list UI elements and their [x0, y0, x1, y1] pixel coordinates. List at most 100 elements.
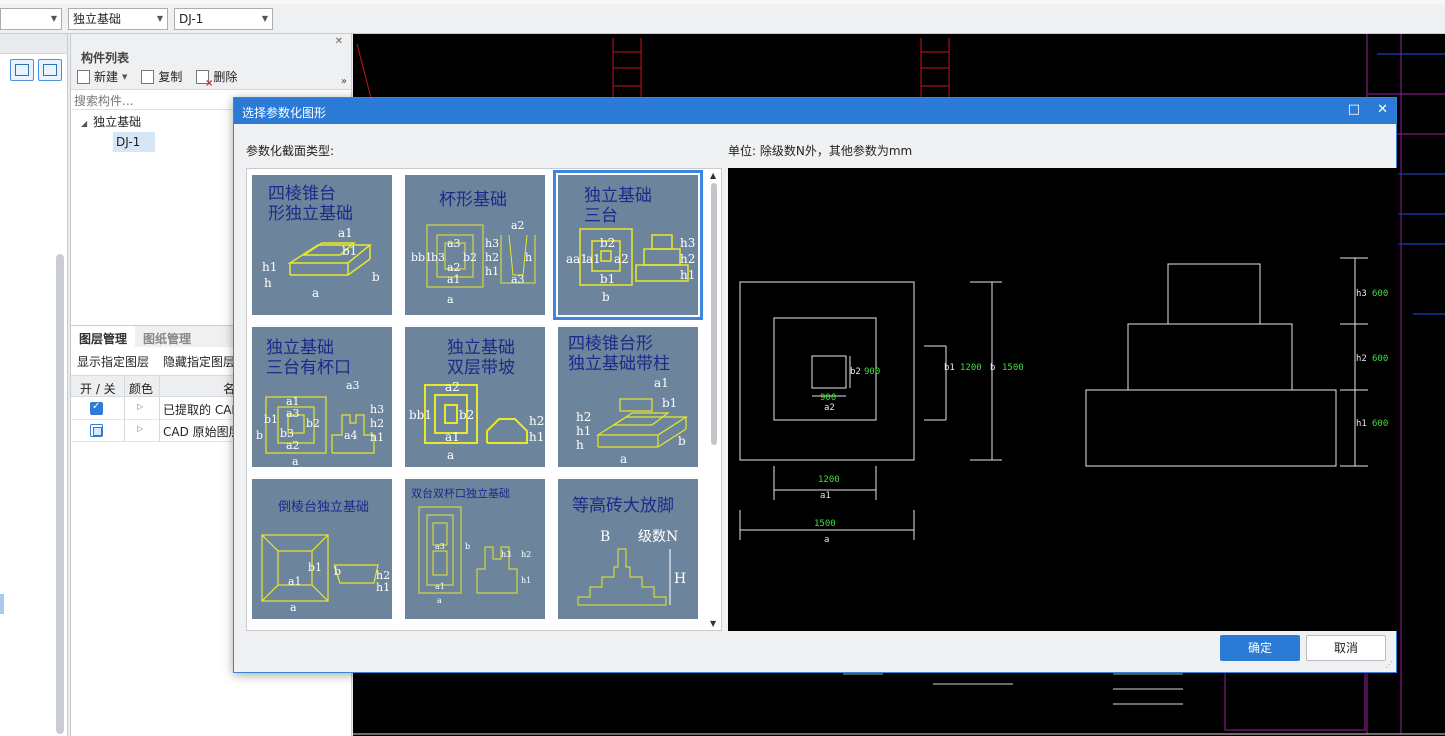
tab-layer-management[interactable]: 图层管理: [71, 326, 136, 347]
more-icon[interactable]: »: [341, 76, 347, 87]
dim-label: a2: [445, 380, 460, 394]
component-type-combo[interactable]: 独立基础 ▼: [68, 8, 168, 30]
scrollbar-thumb[interactable]: [711, 183, 717, 445]
dim-label: h: [525, 251, 532, 264]
unit-label: 单位: 除级数N外，其他参数为mm: [728, 144, 913, 158]
left-panel-header: [0, 34, 67, 54]
dim-label: a: [447, 293, 454, 306]
chevron-right-icon[interactable]: ▷: [137, 402, 143, 411]
shape-thumb-7[interactable]: 倒棱台独立基础 b1 a1 b h2 h1 a: [252, 479, 392, 619]
component-toolbar: 新建 ▼ 复制 删除: [71, 64, 351, 90]
dim-label: a1: [338, 226, 353, 240]
shape-title: 四棱锥台形: [568, 334, 653, 354]
cancel-button[interactable]: 取消: [1306, 635, 1386, 661]
shape-thumb-5[interactable]: 独立基础 双层带坡 a2 b2 bb1 a1 a h2 h1: [405, 327, 545, 467]
dim-label: a1: [288, 575, 302, 588]
chevron-down-icon: ▼: [122, 72, 128, 81]
dim-label: h1: [576, 424, 591, 438]
delete-component-button[interactable]: 删除: [196, 68, 237, 89]
dim-value: 1200: [818, 475, 840, 485]
dim-label: b1: [944, 363, 955, 373]
copy-component-button[interactable]: 复制: [141, 68, 182, 85]
ok-button[interactable]: 确定: [1220, 635, 1300, 661]
shape-drawing-5: 独立基础 双层带坡 a2 b2 bb1 a1 a h2 h1: [409, 338, 544, 462]
left-panel-scrollbar[interactable]: [56, 254, 64, 734]
new-component-button[interactable]: 新建 ▼: [77, 68, 127, 85]
dim-label: b1: [308, 561, 322, 574]
component-name-combo[interactable]: DJ-1 ▼: [174, 8, 273, 30]
expand-triangle-icon[interactable]: ◢: [81, 119, 87, 128]
dim-label: h2: [576, 410, 591, 424]
dim-label: b1: [264, 413, 278, 426]
dim-label: a: [312, 286, 319, 300]
component-list-title: 构件列表: [71, 34, 351, 65]
shape-thumb-8[interactable]: 双台双杯口独立基础 a3 h3 h2 a1 h1 a b: [405, 479, 545, 619]
shape-title: 双台双杯口独立基础: [411, 486, 510, 500]
dim-label: b1: [662, 396, 677, 410]
tree-node-dj1[interactable]: DJ-1: [113, 132, 155, 152]
section-type-label: 参数化截面类型:: [246, 144, 335, 158]
gallery-scrollbar[interactable]: ▲ ▼: [709, 169, 719, 630]
dim-label: b3: [431, 251, 445, 264]
tab-drawing-management[interactable]: 图纸管理: [135, 326, 199, 347]
dim-label: H: [674, 571, 686, 587]
dim-label: a2: [286, 439, 300, 452]
delete-icon: [196, 69, 213, 89]
component-type-value: 独立基础: [73, 12, 122, 26]
shape-drawing-2: 杯形基础 a2 a3 b3 b2 a2 a1 h3 h2 h1 h a3 bb1…: [411, 190, 536, 306]
show-specified-layer-button[interactable]: 显示指定图层: [77, 353, 149, 370]
close-icon[interactable]: ✕: [1377, 102, 1388, 117]
list-view-button[interactable]: [10, 59, 34, 81]
dim-label: a1: [586, 252, 601, 266]
dim-label: a3: [346, 379, 360, 392]
shape-title: 独立基础: [447, 338, 515, 358]
shape-drawing-9: 等高砖大放脚 B 级数N H: [572, 496, 686, 606]
shape-title: 倒棱台独立基础: [278, 499, 369, 515]
layer-visible-checkbox[interactable]: [90, 424, 103, 437]
dim-label: b2: [850, 367, 861, 377]
scroll-up-icon[interactable]: ▲: [710, 171, 716, 180]
dim-label: a2: [824, 403, 835, 413]
new-label: 新建: [94, 70, 119, 84]
dim-value: 600: [1372, 354, 1388, 364]
shape-thumb-3[interactable]: 独立基础 三台 b2 a1 a2 b1 h3 h2 h1 aa1 b: [553, 170, 703, 320]
close-icon[interactable]: ✕: [335, 36, 343, 47]
resize-grip-icon[interactable]: ⋰: [1385, 660, 1393, 669]
dim-label: bb1: [409, 408, 432, 422]
scroll-down-icon[interactable]: ▼: [710, 619, 716, 628]
dim-label: h2: [1356, 354, 1367, 364]
shape-thumb-2[interactable]: 杯形基础 a2 a3 b3 b2 a2 a1 h3 h2 h1 h a3 bb1…: [405, 175, 545, 315]
dialog-title: 选择参数化图形: [242, 106, 327, 120]
dim-value: 1200: [960, 363, 982, 373]
layer-combo[interactable]: ▼: [0, 8, 62, 30]
maximize-icon[interactable]: □: [1348, 102, 1360, 117]
shape-drawing-6: 四棱锥台形 独立基础带柱 a1 b1 h2 h1 h b a: [568, 334, 689, 466]
dim-label: a3: [435, 542, 445, 551]
dim-label: h1: [370, 431, 384, 444]
shape-drawing-4: 独立基础 三台有杯口 a1 a3 b1 b3 b2 a2 a a3 h3 h2 …: [256, 338, 384, 467]
hide-specified-layer-button[interactable]: 隐藏指定图层: [163, 353, 235, 370]
dim-label: h: [576, 438, 584, 452]
dim-label: b: [372, 270, 380, 284]
dim-value: 600: [1372, 289, 1388, 299]
dim-label: h1: [521, 576, 531, 585]
dim-label: a: [290, 601, 297, 614]
shape-thumb-9[interactable]: 等高砖大放脚 B 级数N H: [558, 479, 698, 619]
dim-label: b2: [600, 236, 615, 250]
shape-thumb-1[interactable]: 四棱锥台 形独立基础 a1 b1 h1 h a b: [252, 175, 392, 315]
chevron-right-icon[interactable]: ▷: [137, 424, 143, 433]
dim-label: a1: [445, 430, 460, 444]
dim-label: h2: [529, 414, 544, 428]
dim-label: a: [292, 455, 299, 467]
shape-thumb-4[interactable]: 独立基础 三台有杯口 a1 a3 b1 b3 b2 a2 a a3 h3 h2 …: [252, 327, 392, 467]
shape-title: 等高砖大放脚: [572, 496, 674, 516]
col-color: 颜色: [129, 382, 154, 396]
shape-gallery[interactable]: 四棱锥台 形独立基础 a1 b1 h1 h a b 杯形基础 a2 a3 b3 …: [246, 168, 722, 631]
component-name-value: DJ-1: [179, 12, 204, 26]
dim-label: h3: [485, 237, 499, 250]
shape-thumb-6[interactable]: 四棱锥台形 独立基础带柱 a1 b1 h2 h1 h b a: [558, 327, 698, 467]
detail-view-button[interactable]: [38, 59, 62, 81]
dim-label: h2: [485, 251, 499, 264]
layer-visible-checkbox[interactable]: [90, 401, 103, 415]
copy-icon: [141, 69, 155, 84]
